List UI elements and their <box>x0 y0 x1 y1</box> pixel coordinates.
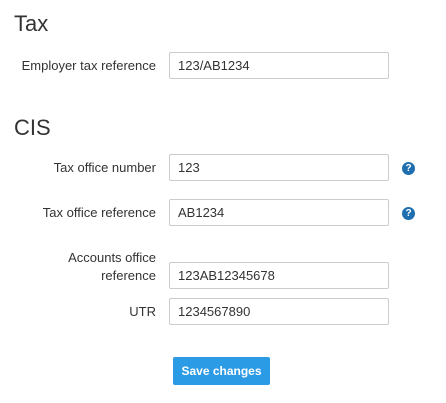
tax-office-reference-input[interactable] <box>169 199 389 226</box>
cis-section-title: CIS <box>14 115 51 140</box>
question-circle-icon[interactable]: ? <box>402 207 415 220</box>
tax-office-reference-label: Tax office reference <box>42 205 156 220</box>
employer-tax-reference-input[interactable] <box>169 52 389 79</box>
tax-section-title: Tax <box>14 11 49 36</box>
question-circle-icon[interactable]: ? <box>402 162 415 175</box>
utr-label: UTR <box>129 304 156 319</box>
utr-input[interactable] <box>169 298 389 325</box>
accounts-office-reference-label-line1: Accounts office <box>68 250 156 265</box>
save-changes-button[interactable]: Save changes <box>173 357 270 385</box>
employer-tax-reference-label: Employer tax reference <box>21 58 156 73</box>
accounts-office-reference-label-line2: reference <box>101 268 156 283</box>
accounts-office-reference-input[interactable] <box>169 262 389 289</box>
tax-office-number-input[interactable] <box>169 154 389 181</box>
tax-office-number-label: Tax office number <box>53 160 156 175</box>
